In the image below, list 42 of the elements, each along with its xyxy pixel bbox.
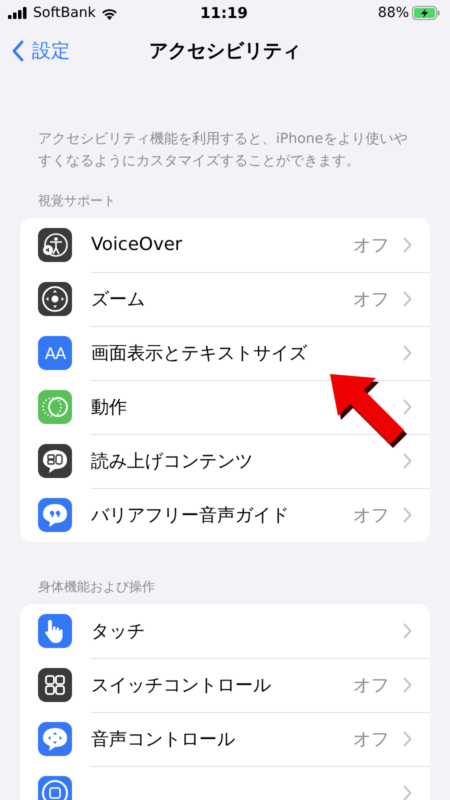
chevron-icon: [403, 236, 412, 252]
chevron-icon: [403, 344, 412, 360]
description-text: アクセシビリティ機能を利用すると、iPhoneをより使いやすくなるようにカスタマイズすることができます。: [38, 130, 408, 171]
page-title: アクセシビリティ: [149, 39, 301, 64]
row-label: VoiceOver: [91, 234, 184, 255]
row-label: 動作: [91, 396, 128, 418]
row-label: 読み上げコンテンツ: [91, 450, 254, 472]
settings-row[interactable]: タッチ: [20, 604, 430, 658]
battery-percent: 88%: [378, 5, 409, 21]
row-label: 音声コントロール: [91, 728, 236, 750]
chevron-icon: [403, 507, 412, 523]
settings-row[interactable]: ズーム オフ: [20, 272, 430, 326]
text-size-icon: AA: [38, 336, 72, 370]
row-value: オフ: [353, 504, 389, 527]
chevron-icon: [403, 452, 412, 468]
row-label: ズーム: [91, 288, 146, 310]
clock-time: 11:19: [200, 4, 248, 22]
settings-row[interactable]: バリアフリー音声ガイド オフ: [20, 488, 430, 542]
settings-row[interactable]: VoiceOver オフ: [20, 218, 430, 272]
section-header: 視覚サポート: [37, 193, 117, 210]
chevron-icon: [403, 398, 412, 414]
row-label: バリアフリー音声ガイド: [91, 504, 290, 527]
section-header: 身体機能および操作: [37, 579, 156, 596]
wifi-icon: [100, 6, 118, 20]
back-chevron-icon: [12, 40, 24, 62]
chevron-icon: [403, 730, 412, 746]
row-value: オフ: [353, 234, 389, 256]
row-value: オフ: [353, 288, 389, 310]
row-value: オフ: [353, 674, 389, 696]
chevron-icon: [403, 290, 412, 306]
back-button[interactable]: 設定: [10, 36, 72, 66]
chevron-icon: [403, 622, 412, 638]
settings-row[interactable]: 音声コントロール オフ: [20, 712, 430, 766]
signal-icon: [8, 7, 28, 19]
carrier-name: SoftBank: [33, 5, 96, 21]
row-value: オフ: [353, 728, 389, 750]
row-label: スイッチコントロール: [91, 674, 272, 696]
chevron-icon: [403, 676, 412, 692]
row-label: 画面表示とテキストサイズ: [91, 342, 308, 364]
row-label: タッチ: [91, 620, 146, 642]
settings-row[interactable]: スイッチコントロール オフ: [20, 658, 430, 712]
chevron-icon: [403, 785, 412, 800]
